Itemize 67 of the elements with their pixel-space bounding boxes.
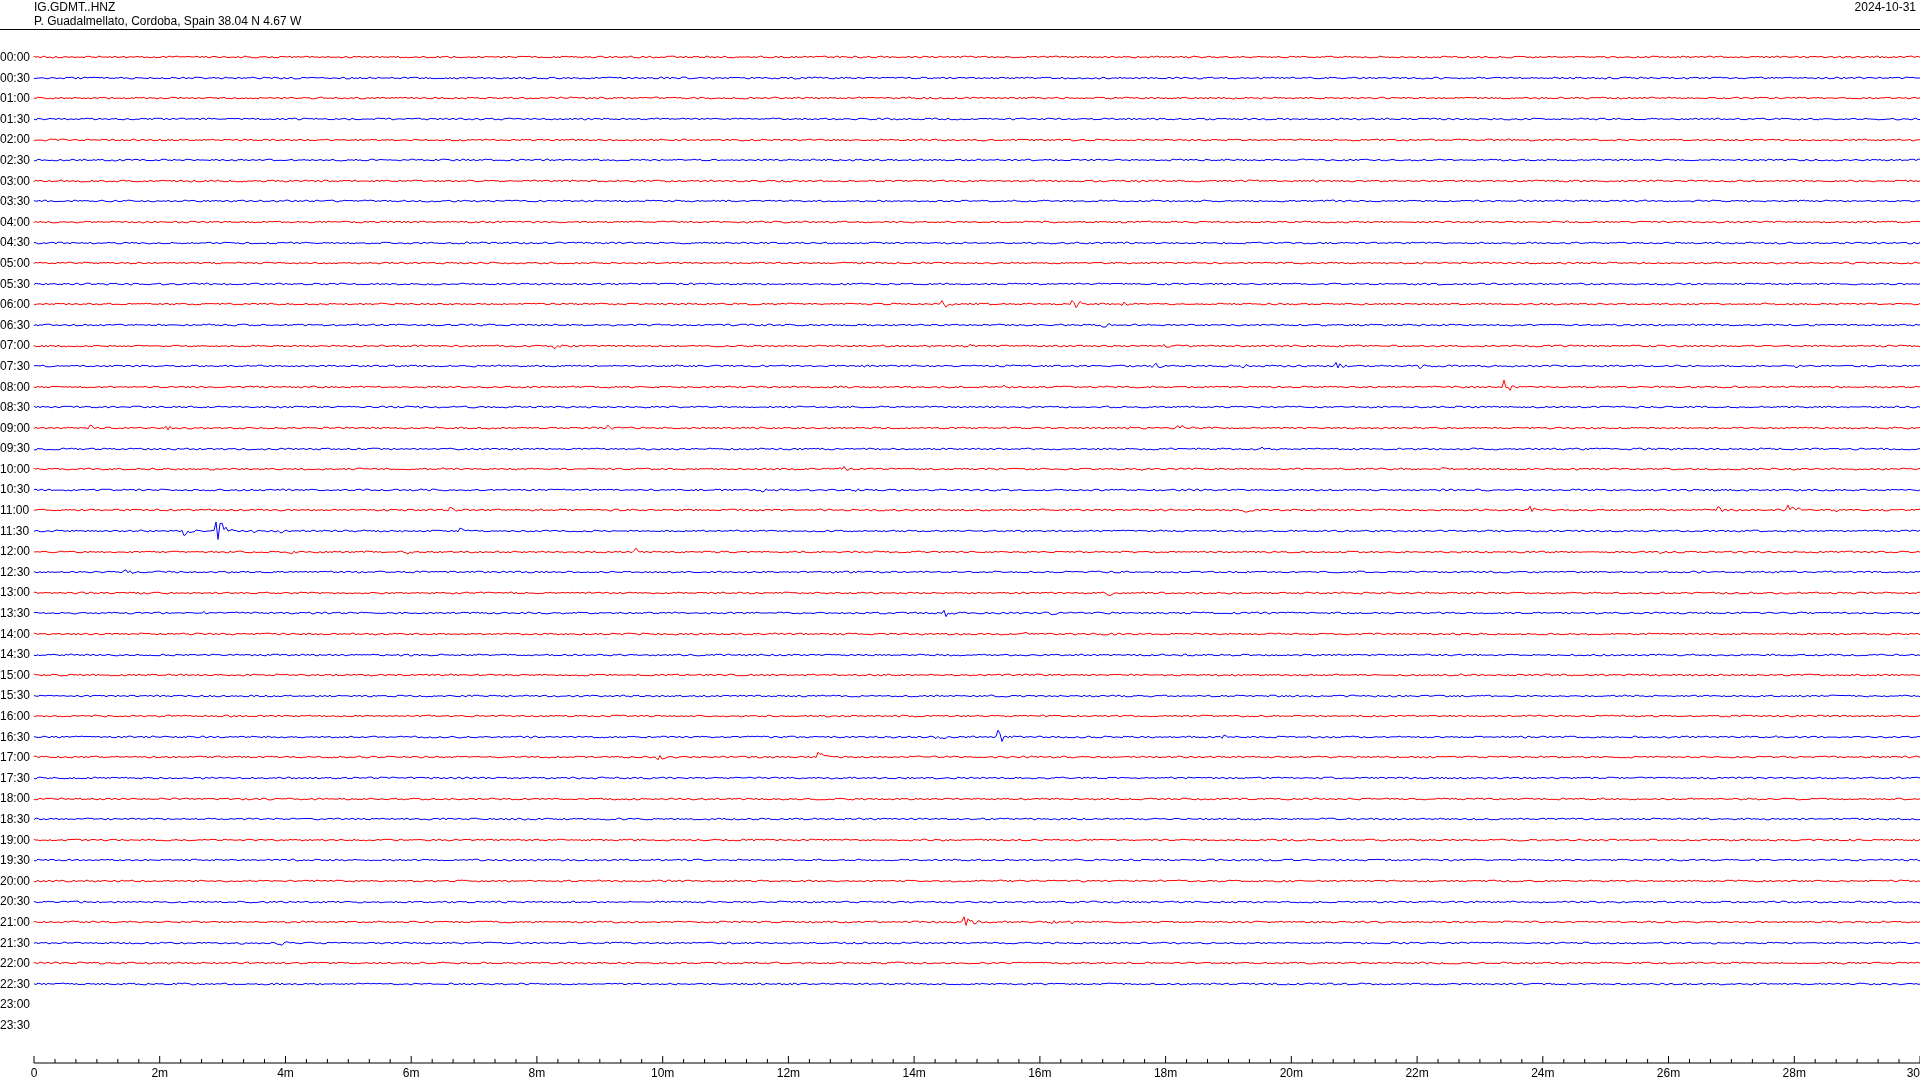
time-label: 02:30 (0, 151, 32, 169)
time-label: 00:30 (0, 69, 32, 87)
time-label: 20:00 (0, 872, 32, 890)
time-label: 06:00 (0, 296, 32, 314)
axis-label: 6m (402, 1065, 420, 1080)
time-label: 14:30 (0, 646, 32, 664)
date-label: 2024-10-31 (1854, 0, 1916, 16)
time-label: 13:00 (0, 584, 32, 602)
time-label: 13:30 (0, 605, 32, 623)
time-label: 18:30 (0, 810, 32, 828)
axis-label: 16m (1028, 1065, 1052, 1080)
axis-label: 4m (277, 1065, 294, 1080)
axis-label: 0 (30, 1065, 38, 1080)
station-code: IG.GDMT..HNZ (34, 0, 117, 14)
station-location: P. Guadalmellato, Cordoba, Spain 38.04 N 4.67 W (34, 14, 302, 28)
time-label: 08:00 (0, 378, 32, 396)
axis-label: 2m (151, 1065, 169, 1080)
time-label: 06:30 (0, 316, 32, 334)
time-label: 12:30 (0, 563, 32, 581)
time-label: 21:30 (0, 934, 32, 952)
time-label: 21:00 (0, 913, 32, 931)
time-label: 10:30 (0, 481, 32, 499)
time-label: 08:30 (0, 399, 32, 417)
time-label: 04:30 (0, 234, 32, 252)
axis-label: 26m (1656, 1065, 1681, 1080)
axis-label: 30 (1906, 1065, 1920, 1080)
time-label: 04:00 (0, 213, 32, 231)
time-label: 02:00 (0, 131, 32, 149)
time-label: 15:00 (0, 666, 32, 684)
time-label: 07:30 (0, 357, 32, 375)
time-label: 23:30 (0, 1016, 32, 1034)
time-label: 16:00 (0, 708, 32, 725)
time-label: 11:30 (0, 522, 31, 540)
time-label: 18:00 (0, 790, 32, 808)
time-label: 03:30 (0, 193, 32, 211)
time-label: 05:30 (0, 275, 32, 293)
time-label: 09:00 (0, 419, 32, 437)
axis-label: 20m (1279, 1065, 1303, 1080)
time-label: 19:00 (0, 831, 32, 849)
time-label: 01:00 (0, 90, 32, 108)
time-label: 19:30 (0, 852, 32, 870)
axis-label: 10m (651, 1065, 675, 1080)
time-label: 09:30 (0, 440, 32, 458)
time-label: 01:30 (0, 110, 32, 128)
time-label: 07:00 (0, 337, 32, 355)
time-label: 17:00 (0, 749, 32, 767)
time-label: 03:00 (0, 172, 32, 190)
time-label: 12:00 (0, 543, 32, 561)
axis-label: 8m (528, 1065, 546, 1080)
time-label: 20:30 (0, 893, 32, 911)
time-label: 00:00 (0, 49, 32, 66)
time-label: 05:00 (0, 254, 32, 272)
time-label: 15:30 (0, 687, 32, 705)
time-label: 14:00 (0, 625, 32, 643)
time-label: 22:00 (0, 955, 32, 973)
axis-label: 14m (902, 1065, 926, 1080)
axis-label: 24m (1531, 1065, 1555, 1080)
time-label: 17:30 (0, 769, 32, 787)
time-label: 22:30 (0, 975, 32, 993)
axis-label: 22m (1405, 1065, 1429, 1080)
axis-label: 28m (1782, 1065, 1806, 1080)
axis-label: 18m (1153, 1065, 1178, 1080)
time-label: 23:00 (0, 996, 32, 1014)
time-label: 11:00 (0, 502, 31, 520)
axis-label: 12m (776, 1065, 801, 1080)
time-label: 10:00 (0, 460, 32, 478)
time-label: 16:30 (0, 728, 32, 746)
